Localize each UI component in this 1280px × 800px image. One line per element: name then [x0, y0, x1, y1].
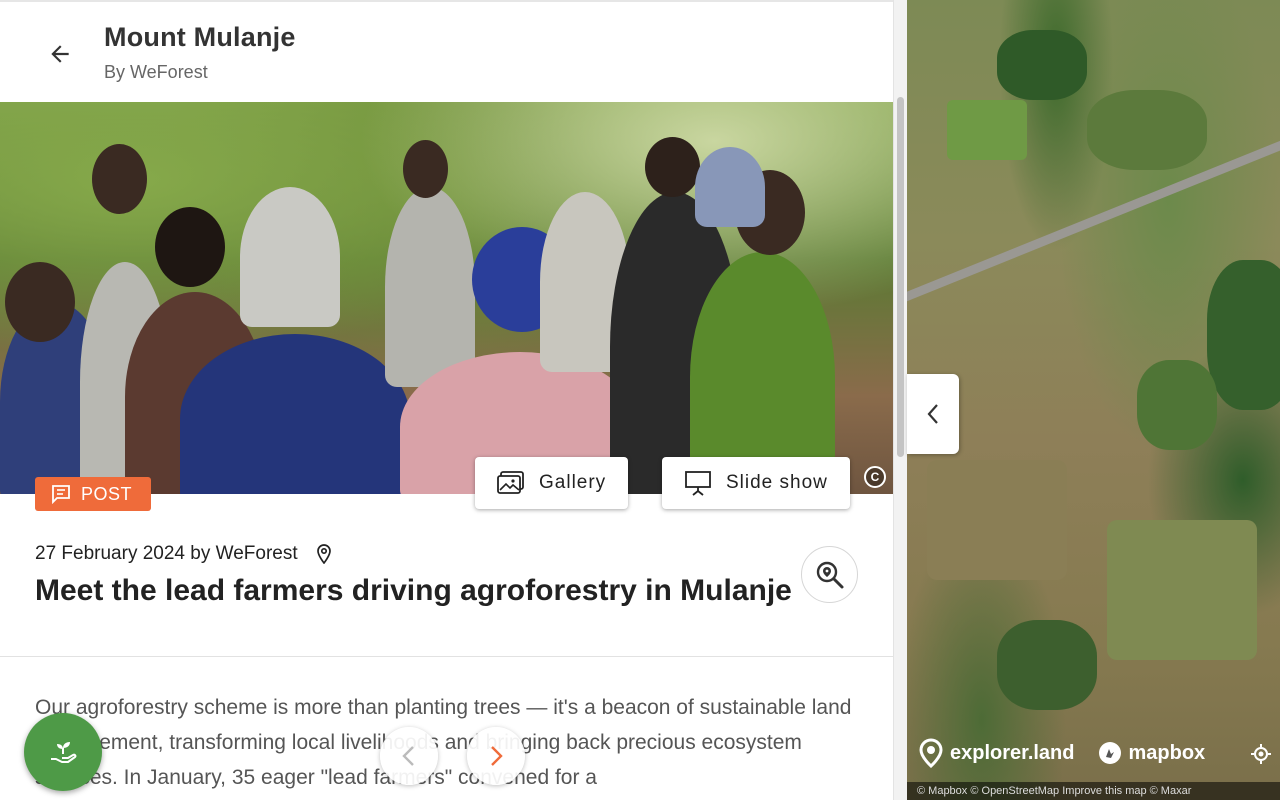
explorer-land-label: explorer.land [950, 741, 1075, 764]
plant-action-button[interactable] [24, 713, 102, 791]
post-date-author: 27 February 2024 by WeForest [35, 543, 298, 564]
plant-hand-icon [51, 742, 77, 763]
hero-photo[interactable] [0, 102, 893, 494]
map-branding: explorer.land mapbox [918, 738, 1205, 768]
panel-scrollbar[interactable] [893, 0, 907, 800]
slideshow-button[interactable]: Slide show [662, 457, 850, 509]
post-badge-label: POST [81, 483, 133, 504]
post-headline: Meet the lead farmers driving agroforest… [35, 574, 792, 607]
next-post-button[interactable] [467, 727, 525, 785]
chevron-left-icon [927, 404, 938, 424]
explorer-land-logo[interactable]: explorer.land [918, 738, 1075, 768]
story-panel: Mount Mulanje By WeForest Gallery Slide … [0, 0, 893, 800]
search-zoom-icon [816, 561, 843, 588]
divider [0, 656, 893, 657]
post-meta: 27 February 2024 by WeForest [35, 543, 332, 565]
previous-post-button[interactable] [380, 727, 438, 785]
post-badge: POST [35, 477, 151, 511]
slideshow-label: Slide show [726, 472, 828, 493]
arrow-left-icon [51, 45, 69, 63]
post-icon [52, 485, 70, 504]
locate-button[interactable] [1250, 743, 1272, 765]
panel-header: Mount Mulanje By WeForest [0, 4, 893, 102]
mapbox-logo-icon [1098, 742, 1121, 764]
gallery-label: Gallery [539, 472, 607, 493]
satellite-map[interactable] [907, 0, 1280, 800]
gallery-button[interactable]: Gallery [475, 457, 629, 509]
back-button[interactable] [40, 34, 80, 74]
post-body: Our agroforestry scheme is more than pla… [35, 696, 852, 789]
scrollbar-thumb[interactable] [897, 97, 904, 457]
mapbox-label: mapbox [1128, 741, 1206, 764]
location-pin-icon[interactable] [316, 544, 332, 564]
chevron-right-icon [491, 746, 503, 766]
copyright-icon[interactable]: C [864, 466, 886, 488]
presentation-icon [685, 471, 711, 496]
map-attribution[interactable]: © Mapbox © OpenStreetMap Improve this ma… [907, 782, 1280, 800]
zoom-to-location-button[interactable] [801, 546, 858, 603]
mapbox-logo[interactable]: mapbox [1097, 740, 1206, 766]
collapse-panel-button[interactable] [907, 374, 959, 454]
chevron-left-icon [402, 746, 414, 766]
page-subtitle: By WeForest [104, 62, 208, 82]
locate-icon [1251, 744, 1271, 764]
image-gallery-icon [497, 471, 524, 494]
explorer-pin-icon [919, 738, 943, 768]
page-title: Mount Mulanje [104, 22, 296, 52]
